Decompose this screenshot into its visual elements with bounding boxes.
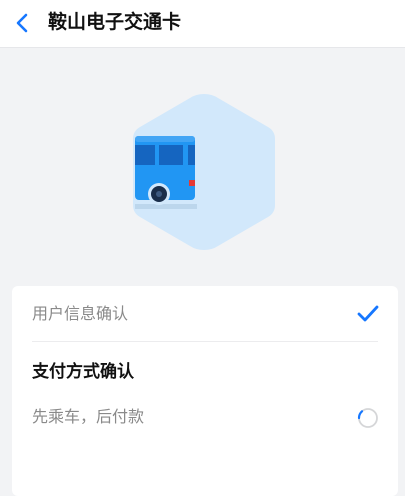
payment-section-title: 支付方式确认 xyxy=(32,362,134,382)
pay-later-option[interactable]: 先乘车，后付款 xyxy=(12,398,398,438)
back-button[interactable] xyxy=(10,9,34,37)
chevron-left-icon xyxy=(16,13,28,33)
hero-illustration xyxy=(126,92,282,252)
page-title: 鞍山电子交通卡 xyxy=(48,11,182,33)
user-info-label: 用户信息确认 xyxy=(32,304,129,323)
bus-icon xyxy=(135,136,197,209)
pay-later-label: 先乘车，后付款 xyxy=(32,407,145,426)
app-header: 鞍山电子交通卡 xyxy=(0,0,405,48)
divider xyxy=(32,341,378,342)
user-info-row[interactable]: 用户信息确认 xyxy=(12,286,398,342)
loading-spinner-icon xyxy=(357,408,378,428)
confirmation-card: 用户信息确认 支付方式确认 先乘车，后付款 xyxy=(12,286,398,496)
checkmark-icon xyxy=(357,305,379,322)
